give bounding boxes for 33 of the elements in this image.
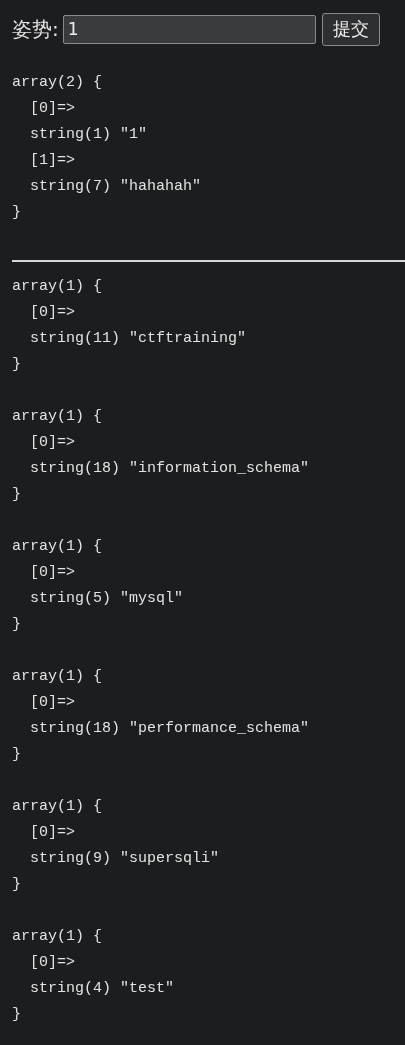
dump-line: } — [12, 615, 21, 635]
submit-button[interactable]: 提交 — [321, 12, 380, 46]
dump-line: [0]=> — [29, 953, 75, 973]
dump-line: array(1) { — [12, 407, 102, 427]
dump-line: string(9) "supersqli" — [29, 849, 220, 869]
input-field[interactable]: 1 — [62, 14, 316, 44]
dump-line: } — [12, 745, 21, 765]
dump-line: [0]=> — [29, 823, 75, 843]
dump-line: array(1) { — [12, 667, 102, 687]
dump-line: } — [12, 355, 21, 375]
dump-line: [0]=> — [29, 433, 75, 453]
dump-line: [1]=> — [29, 151, 75, 171]
dump-line: string(5) "mysql" — [29, 589, 184, 609]
dump-line: array(1) { — [12, 797, 102, 817]
dump-line: string(4) "test" — [29, 979, 175, 999]
dump-line: } — [12, 875, 21, 895]
dump-line: string(18) "information_schema" — [29, 459, 310, 479]
dump-line: } — [12, 203, 21, 223]
field-label: 姿势: — [12, 16, 59, 43]
dump-line: } — [12, 485, 21, 505]
dump-line: [0]=> — [29, 303, 75, 323]
dump-line: array(2) { — [12, 73, 102, 93]
dump-line: string(1) "1" — [29, 125, 148, 145]
dump-line: [0]=> — [29, 693, 75, 713]
dump-line: array(1) { — [12, 277, 102, 297]
dump-line: } — [12, 1005, 21, 1025]
dump-line: [0]=> — [29, 563, 75, 583]
dump-line: array(1) { — [12, 537, 102, 557]
dump-line: string(11) "ctftraining" — [29, 329, 247, 349]
dump-line: string(18) "performance_schema" — [29, 719, 310, 739]
dump-line: string(7) "hahahah" — [29, 177, 202, 197]
dump-line: array(1) { — [12, 927, 102, 947]
dump-line: [0]=> — [29, 99, 75, 119]
